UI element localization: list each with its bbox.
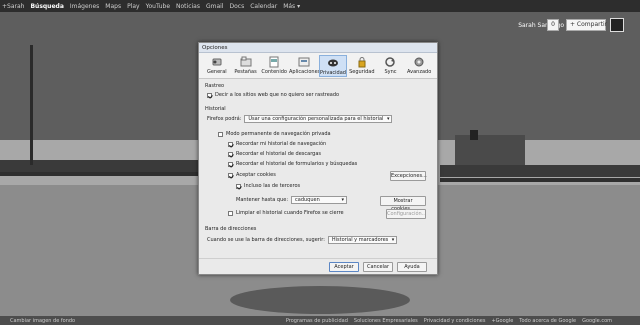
gear-switch-icon <box>212 58 222 66</box>
private-mode-checkbox[interactable] <box>218 131 223 137</box>
footer-link[interactable]: Privacidad y condiciones <box>424 318 486 324</box>
tab-sync[interactable]: Sync <box>377 55 405 77</box>
tab-contenido[interactable]: Contenido <box>260 55 288 77</box>
remember-downloads-option[interactable]: Recordar el historial de descargas <box>228 151 321 157</box>
help-button[interactable]: Ayuda <box>397 262 427 272</box>
share-button[interactable]: + Compartir <box>566 19 607 31</box>
remember-downloads-label: Recordar el historial de descargas <box>236 151 322 157</box>
clear-on-close-checkbox[interactable] <box>228 210 233 216</box>
accept-cookies-checkbox[interactable] <box>228 172 233 178</box>
tracking-section-title: Rastreo <box>205 83 225 89</box>
tab-label: Pestañas <box>234 69 257 75</box>
topbar-item[interactable]: Noticias <box>176 3 200 10</box>
topbar-item[interactable]: Gmail <box>206 3 224 10</box>
footer-link[interactable]: +Google <box>491 318 513 324</box>
topbar-item[interactable]: Play <box>127 3 140 10</box>
show-cookies-button[interactable]: Mostrar cookies... <box>380 196 426 212</box>
address-suggest-row: Cuando se use la barra de direcciones, s… <box>207 236 398 244</box>
remember-nav-option[interactable]: Recordar mi historial de navegación <box>228 141 326 147</box>
options-dialog: Opciones General Pestañas Contenido Aplicac… <box>198 42 438 275</box>
remember-nav-label: Recordar mi historial de navegación <box>236 141 327 147</box>
gear-icon <box>414 57 424 67</box>
tab-label: Avanzado <box>407 69 432 75</box>
config-button[interactable]: Configuración... <box>386 209 426 219</box>
topbar-item[interactable]: Docs <box>229 3 244 10</box>
address-section-title: Barra de direcciones <box>205 226 257 232</box>
topbar-item[interactable]: Maps <box>105 3 121 10</box>
history-section-title: Historial <box>205 106 226 112</box>
clear-on-close-label: Limpiar el historial cuando Firefox se c… <box>236 210 344 216</box>
remember-forms-checkbox[interactable] <box>228 161 233 167</box>
remember-forms-label: Recordar el historial de formularios y b… <box>236 161 358 167</box>
keep-until-row: Mantener hasta que: caduquen <box>236 196 348 204</box>
remember-forms-option[interactable]: Recordar el historial de formularios y b… <box>228 161 357 167</box>
tab-aplicaciones[interactable]: Aplicaciones <box>289 55 321 77</box>
footer-link[interactable]: Todo acerca de Google <box>519 318 576 324</box>
topbar-item[interactable]: Calendar <box>250 3 277 10</box>
apps-icon <box>298 57 310 67</box>
options-tabs: General Pestañas Contenido Aplicaciones Priv… <box>199 53 437 79</box>
topbar-item[interactable]: Más ▾ <box>283 3 300 10</box>
private-mode-option[interactable]: Modo permanente de navegación privada <box>218 131 331 137</box>
remember-nav-checkbox[interactable] <box>228 141 233 147</box>
privacy-panel: Rastreo Decir a los sitios web que no qu… <box>203 83 433 261</box>
third-party-option[interactable]: Incluso las de terceros <box>236 183 300 189</box>
keep-until-select[interactable]: caduquen <box>291 196 348 204</box>
topbar-item[interactable]: YouTube <box>146 3 170 10</box>
notification-count[interactable]: 0 <box>547 19 559 31</box>
tab-label: Sync <box>384 69 397 75</box>
topbar-item[interactable]: Búsqueda <box>30 3 63 10</box>
tab-label: Contenido <box>261 69 287 75</box>
history-mode-row: Firefox podrá: Usar una configuración per… <box>207 115 393 123</box>
footer-link[interactable]: Soluciones Empresariales <box>354 318 418 324</box>
footer-links: Programas de publicidad Soluciones Empres… <box>286 318 612 324</box>
tab-seguridad[interactable]: Seguridad <box>348 55 376 77</box>
clear-on-close-option[interactable]: Limpiar el historial cuando Firefox se c… <box>228 210 344 216</box>
private-mode-label: Modo permanente de navegación privada <box>226 131 331 137</box>
footer-link[interactable]: Google.com <box>582 318 612 324</box>
do-not-track-label: Decir a los sitios web que no quiero ser… <box>215 92 340 98</box>
dialog-title: Opciones <box>199 43 437 53</box>
tabs-icon <box>240 56 251 67</box>
tab-label: General <box>206 69 227 75</box>
mask-icon <box>327 59 338 67</box>
google-topbar: +Sarah Búsqueda Imágenes Maps Play YouTube Not… <box>0 0 640 12</box>
tab-label: Seguridad <box>349 69 375 75</box>
footer-link[interactable]: Programas de publicidad <box>286 318 348 324</box>
remember-downloads-checkbox[interactable] <box>228 151 233 157</box>
bottom-bar: Cambiar imagen de fondo Programas de pub… <box>0 316 640 325</box>
firefox-will-label: Firefox podrá: <box>207 116 242 122</box>
accept-cookies-option[interactable]: Aceptar cookies <box>228 172 276 178</box>
third-party-checkbox[interactable] <box>236 183 241 189</box>
address-suggest-select[interactable]: Historial y marcadores <box>327 236 398 244</box>
tab-privacidad[interactable]: Privacidad <box>319 55 347 77</box>
avatar[interactable] <box>610 18 624 32</box>
topbar-item[interactable]: Imágenes <box>70 3 99 10</box>
topbar-item[interactable]: +Sarah <box>2 3 24 10</box>
cancel-button[interactable]: Cancelar <box>363 262 393 272</box>
tab-label: Aplicaciones <box>289 69 321 75</box>
accept-cookies-label: Aceptar cookies <box>236 172 276 178</box>
third-party-label: Incluso las de terceros <box>244 183 301 189</box>
history-mode-select[interactable]: Usar una configuración personalizada par… <box>244 115 393 123</box>
tab-general[interactable]: General <box>203 55 231 77</box>
address-suggest-label: Cuando se use la barra de direcciones, s… <box>207 237 325 243</box>
dialog-footer: Aceptar Cancelar Ayuda <box>199 258 437 274</box>
lock-icon <box>358 57 366 68</box>
ok-button[interactable]: Aceptar <box>329 262 359 272</box>
change-background-link[interactable]: Cambiar imagen de fondo <box>10 318 75 324</box>
tab-label: Privacidad <box>320 70 346 76</box>
exceptions-button[interactable]: Excepciones... <box>390 171 427 181</box>
do-not-track-checkbox[interactable] <box>207 92 212 98</box>
tab-avanzado[interactable]: Avanzado <box>405 55 433 77</box>
do-not-track-option[interactable]: Decir a los sitios web que no quiero ser… <box>207 92 339 98</box>
keep-until-label: Mantener hasta que: <box>236 197 289 203</box>
content-icon <box>269 56 279 68</box>
sync-icon <box>385 57 396 67</box>
tab-pestañas[interactable]: Pestañas <box>232 55 260 77</box>
